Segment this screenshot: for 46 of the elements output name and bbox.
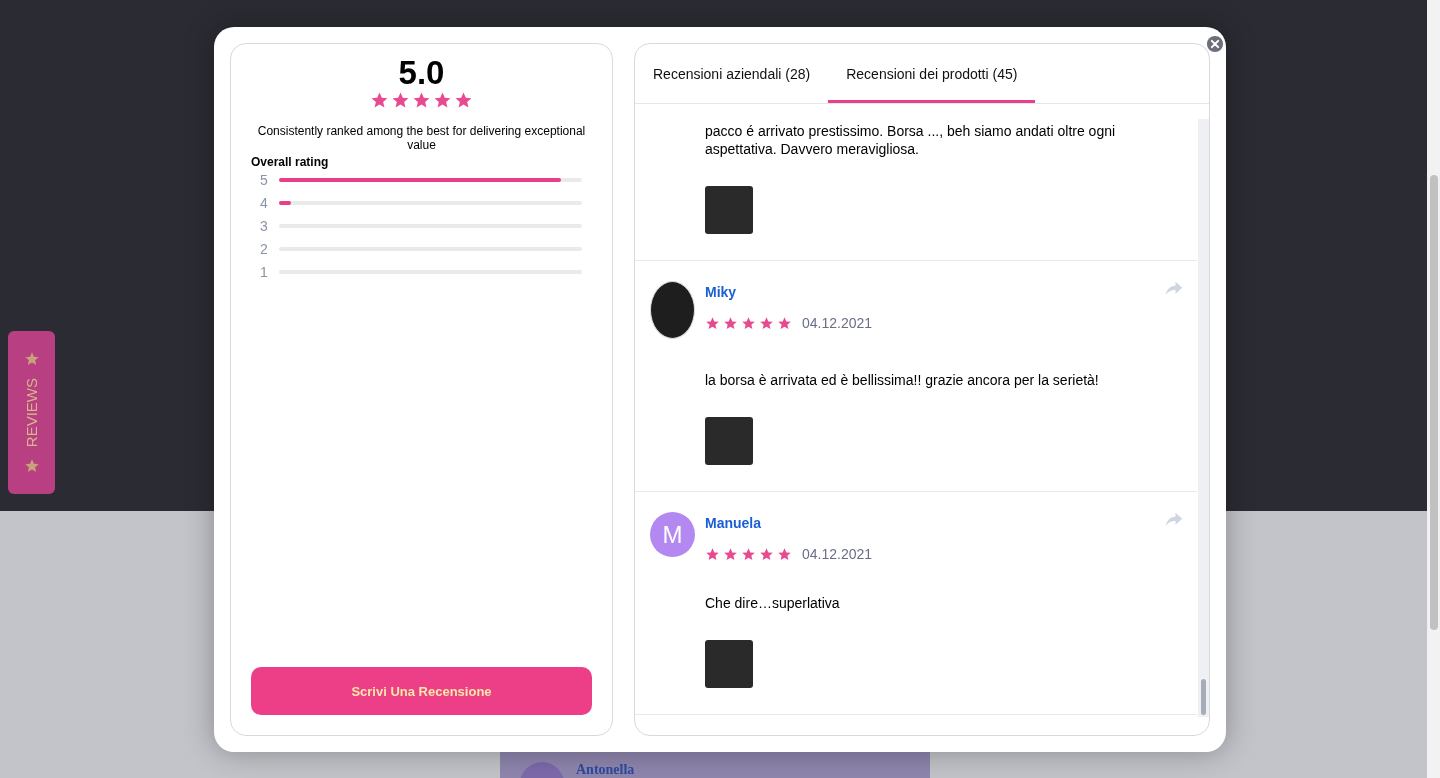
review-text: pacco é arrivato prestissimo. Borsa ..., beh siamo andati oltre ogni aspettativa. Davvero meravigliosa. (705, 122, 1117, 158)
list-scrollbar[interactable] (1198, 119, 1209, 717)
avatar-initial: M (650, 512, 695, 557)
star-icon (777, 315, 792, 331)
photo-placeholder[interactable] (705, 640, 753, 688)
share-icon[interactable] (1165, 281, 1183, 296)
section-tab[interactable]: Recensioni aziendali (28) (653, 44, 811, 103)
rating-level-label: 5 (260, 171, 269, 188)
star-icon (454, 91, 473, 110)
section-tab[interactable]: Recensioni dei prodotti (45) (828, 44, 1036, 103)
star-icon (705, 315, 720, 331)
photo-placeholder[interactable] (705, 186, 753, 234)
rating-level-label: 2 (260, 240, 269, 257)
star-icon (741, 546, 756, 562)
star-icon (705, 546, 720, 562)
overall-rating-label: Overall rating (251, 154, 330, 169)
review-date: 04.12.2021 (802, 315, 873, 331)
share-icon[interactable] (1165, 512, 1183, 527)
star-icon (370, 91, 389, 110)
rating-level-label: 1 (260, 263, 269, 280)
star-icon (391, 91, 410, 110)
star-icon (777, 546, 792, 562)
write-review-button[interactable]: Scrivi Una Recensione (251, 667, 592, 715)
rating-level-label: 3 (260, 217, 269, 234)
star-icon (723, 546, 738, 562)
summary-tagline: Consistently ranked among the best for delivering exceptional value (256, 124, 587, 153)
star-icon (412, 91, 431, 110)
average-score: 5.0 (397, 56, 446, 89)
reviewer-name[interactable]: Miky (705, 284, 873, 300)
review-text: Che dire…superlativa (705, 594, 841, 612)
star-icon (759, 315, 774, 331)
photo-placeholder[interactable] (705, 417, 753, 465)
reviewer-name[interactable]: Manuela (705, 515, 873, 531)
reviewer-name: Antonella (576, 762, 635, 778)
avatar-photo-placeholder (650, 281, 695, 339)
star-icon (433, 91, 452, 110)
rating-level-label: 4 (260, 194, 269, 211)
close-icon[interactable] (1206, 35, 1224, 53)
star-icon (23, 458, 40, 474)
page-scrollbar[interactable] (1427, 0, 1440, 778)
review-date: 04.12.2021 (802, 546, 873, 562)
star-icon (741, 315, 756, 331)
star-icon (23, 351, 40, 367)
star-icon (759, 546, 774, 562)
star-icon (723, 315, 738, 331)
review-text: la borsa è arrivata ed è bellissima!! grazie ancora per la serietà! (705, 371, 1100, 389)
